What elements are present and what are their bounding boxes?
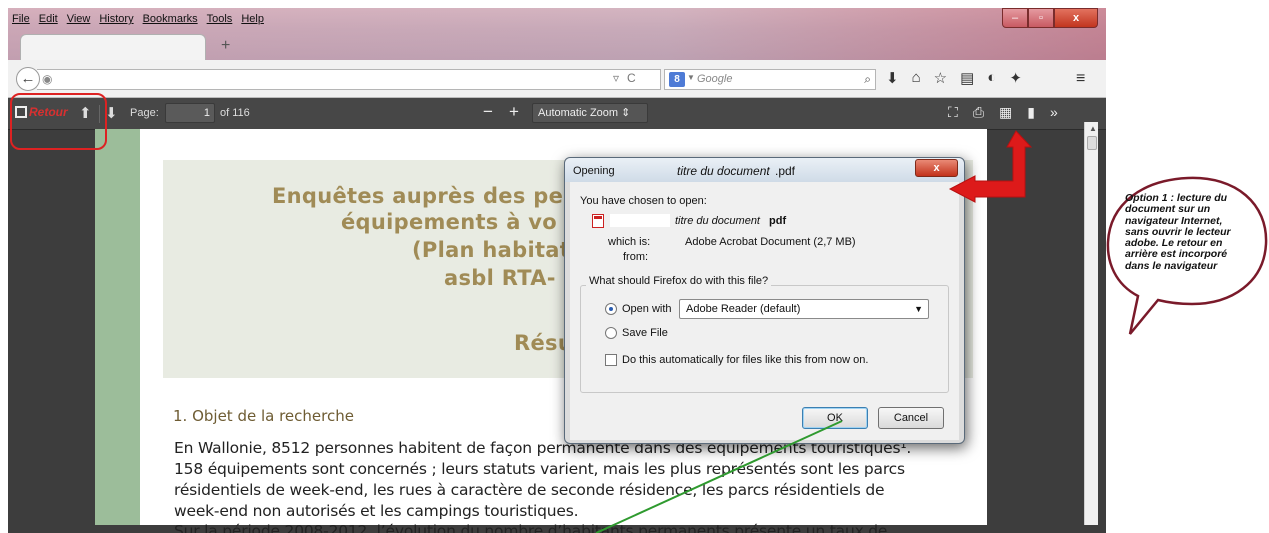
annotation-text: Option 1 : lecture du document sur un na…	[1125, 192, 1231, 272]
red-arrow-icon	[948, 130, 1033, 203]
green-pointer-line	[595, 420, 843, 533]
annotation-overlay	[595, 130, 1268, 533]
screenshot: File Edit View History Bookmarks Tools H…	[0, 0, 1269, 533]
